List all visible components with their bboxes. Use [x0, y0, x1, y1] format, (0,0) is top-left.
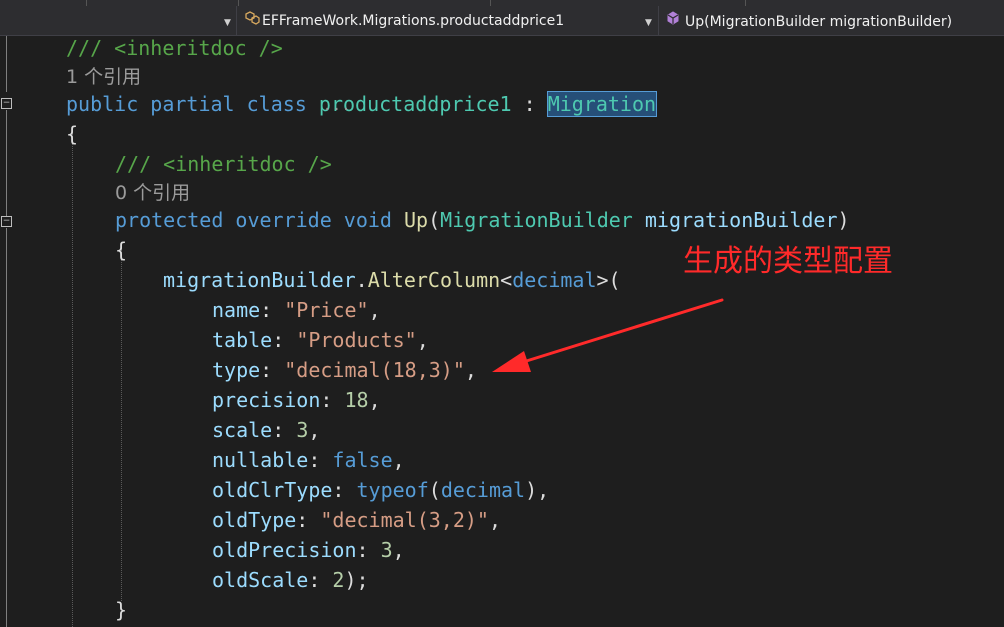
- annotation-arrow-icon: [492, 298, 724, 372]
